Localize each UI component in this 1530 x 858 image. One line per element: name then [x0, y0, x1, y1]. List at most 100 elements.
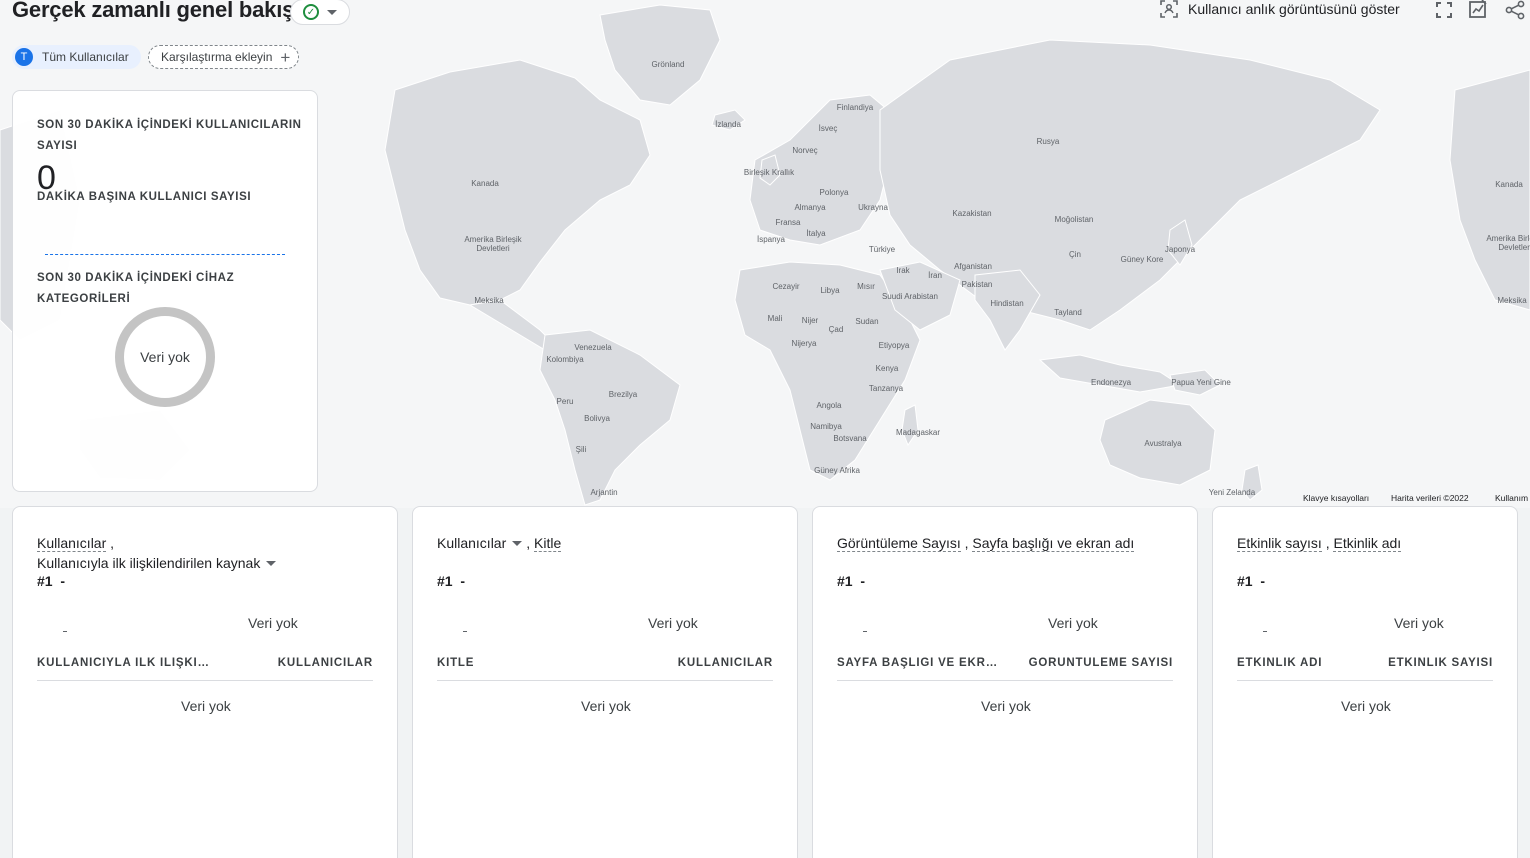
- page-title: Gerçek zamanlı genel bakış: [12, 0, 295, 22]
- country-label: Nijer: [801, 316, 819, 325]
- all-users-chip[interactable]: T Tüm Kullanıcılar: [12, 45, 141, 69]
- rank-label: #1: [437, 573, 453, 589]
- dimension-label: Kullanıcıyla ilk ilişkilendirilen kaynak: [37, 555, 261, 571]
- column-header-metric[interactable]: ETKİNLİK SAYISI: [1388, 657, 1493, 669]
- table-no-data: Veri yok: [1341, 698, 1391, 714]
- table-divider: [437, 680, 773, 681]
- country-label: Amerika Birleşik Devletleri: [1486, 234, 1530, 252]
- metric-label: Kullanıcılar: [437, 535, 507, 551]
- country-label: İran: [928, 271, 942, 280]
- mini-chart: [63, 631, 67, 632]
- rank-row: #1 -: [837, 573, 865, 589]
- mini-chart: [1263, 631, 1267, 632]
- table-divider: [1237, 680, 1493, 681]
- column-header-dimension[interactable]: ETKİNLİK ADI: [1237, 657, 1357, 669]
- dimension-selector[interactable]: Kullanıcıyla ilk ilişkilendirilen kaynak: [37, 555, 280, 571]
- card-users-by-first-source: Kullanıcılar , Kullanıcıyla ilk ilişkile…: [12, 506, 398, 858]
- users-last-30-min-caption: SON 30 DAKİKA İÇİNDEKİ KULLANICILARIN SA…: [37, 119, 302, 152]
- title-separator: ,: [960, 535, 969, 551]
- column-header-metric[interactable]: GÖRÜNTÜLEME SAYISI: [1029, 657, 1173, 669]
- dimension-selector[interactable]: Sayfa başlığı ve ekran adı: [972, 535, 1135, 552]
- country-label: Norveç: [792, 146, 818, 155]
- metric-selector[interactable]: Kullanıcılar: [37, 535, 107, 552]
- country-label: Etiyopya: [878, 341, 910, 350]
- dimension-selector[interactable]: Kitle: [534, 535, 562, 552]
- users-per-minute-sparkline[interactable]: [45, 254, 285, 255]
- country-label: İzlanda: [715, 120, 741, 129]
- country-label: Amerika Birleşik Devletleri: [464, 235, 522, 253]
- country-label: Finlandiya: [836, 103, 874, 112]
- country-label: Japonya: [1164, 245, 1196, 254]
- users-per-minute-caption: DAKİKA BAŞINA KULLANICI SAYISI: [37, 191, 252, 203]
- share-icon[interactable]: [1505, 0, 1525, 20]
- country-label: Pakistan: [961, 280, 993, 289]
- chart-no-data: Veri yok: [248, 615, 298, 631]
- country-label: Şili: [575, 445, 587, 454]
- country-label: Bolivya: [584, 414, 610, 423]
- card-title: Kullanıcılar , Kullanıcıyla ilk ilişkile…: [37, 533, 280, 573]
- country-label: Namibya: [810, 422, 842, 431]
- country-label: Madagaskar: [895, 428, 941, 437]
- country-label: Mısır: [857, 282, 875, 291]
- user-snapshot-button[interactable]: Kullanıcı anlık görüntüsünü göster: [1160, 0, 1400, 18]
- country-label: Irak: [896, 266, 910, 275]
- title-separator: ,: [1321, 535, 1330, 551]
- country-label: Türkiye: [868, 245, 896, 254]
- country-label: Ukrayna: [858, 203, 888, 212]
- country-label: Rusya: [1036, 137, 1060, 146]
- country-label: Hindistan: [990, 299, 1024, 308]
- country-label: Afganistan: [954, 262, 992, 271]
- country-label: Sudan: [855, 317, 879, 326]
- user-snapshot-icon: [1160, 0, 1178, 18]
- device-categories-donut[interactable]: Veri yok: [115, 307, 215, 407]
- country-label: Polonya: [819, 188, 849, 197]
- country-label: Angola: [816, 401, 842, 410]
- donut-no-data: Veri yok: [140, 349, 190, 365]
- country-label: Meksika: [1497, 296, 1527, 305]
- rank-value: -: [860, 573, 866, 589]
- column-header-dimension[interactable]: KİTLE: [437, 657, 612, 669]
- rank-value: -: [60, 573, 66, 589]
- dimension-selector[interactable]: Etkinlik adı: [1333, 535, 1402, 552]
- avatar: T: [15, 48, 33, 66]
- rank-row: #1 -: [437, 573, 465, 589]
- country-label: İsveç: [818, 124, 838, 133]
- country-label: Cezayir: [772, 282, 800, 291]
- column-header-dimension[interactable]: SAYFA BAŞLIĞI VE EKRAN ADI: [837, 657, 1002, 669]
- terms-link[interactable]: Kullanım: [1495, 493, 1528, 503]
- customize-report-icon[interactable]: [1468, 0, 1488, 19]
- metric-selector[interactable]: Görüntüleme Sayısı: [837, 535, 961, 552]
- metric-selector[interactable]: Etkinlik sayısı: [1237, 535, 1322, 552]
- country-label: İtalya: [806, 229, 826, 238]
- fullscreen-icon[interactable]: [1434, 0, 1454, 20]
- title-separator: ,: [526, 535, 531, 551]
- country-label: Kazakistan: [952, 209, 992, 218]
- column-header-metric[interactable]: KULLANICILAR: [278, 657, 373, 669]
- rank-value: -: [460, 573, 466, 589]
- column-header-dimension[interactable]: KULLANICIYLA İLK İLİŞKİLENDİRİLEN KAYNAK: [37, 657, 212, 669]
- country-label: Kolombiya: [546, 355, 584, 364]
- table-no-data: Veri yok: [181, 698, 231, 714]
- rank-label: #1: [837, 573, 853, 589]
- country-label: Venezuela: [574, 343, 612, 352]
- country-label: Botsvana: [833, 434, 867, 443]
- chart-no-data: Veri yok: [648, 615, 698, 631]
- plus-icon: +: [280, 47, 291, 67]
- country-label: Birleşik Krallık: [743, 168, 795, 177]
- rank-value: -: [1260, 573, 1266, 589]
- country-label: Papua Yeni Gine: [1171, 378, 1231, 387]
- data-status-dropdown[interactable]: ✓: [290, 0, 350, 25]
- country-label: Moğolistan: [1054, 215, 1094, 224]
- map-data-attribution: Harita verileri ©2022: [1391, 493, 1469, 503]
- table-divider: [37, 680, 373, 681]
- keyboard-shortcuts-link[interactable]: Klavye kısayolları: [1303, 493, 1369, 503]
- column-header-metric[interactable]: KULLANICILAR: [678, 657, 773, 669]
- add-comparison-button[interactable]: Karşılaştırma ekleyin +: [148, 45, 300, 69]
- country-label: Kenya: [875, 364, 899, 373]
- country-label: Meksika: [474, 296, 504, 305]
- metric-selector[interactable]: Kullanıcılar: [437, 535, 526, 551]
- country-label: Çad: [828, 325, 844, 334]
- country-label: Yeni Zelanda: [1208, 488, 1256, 497]
- country-label: Brezilya: [608, 390, 638, 399]
- country-label: Almanya: [794, 203, 826, 212]
